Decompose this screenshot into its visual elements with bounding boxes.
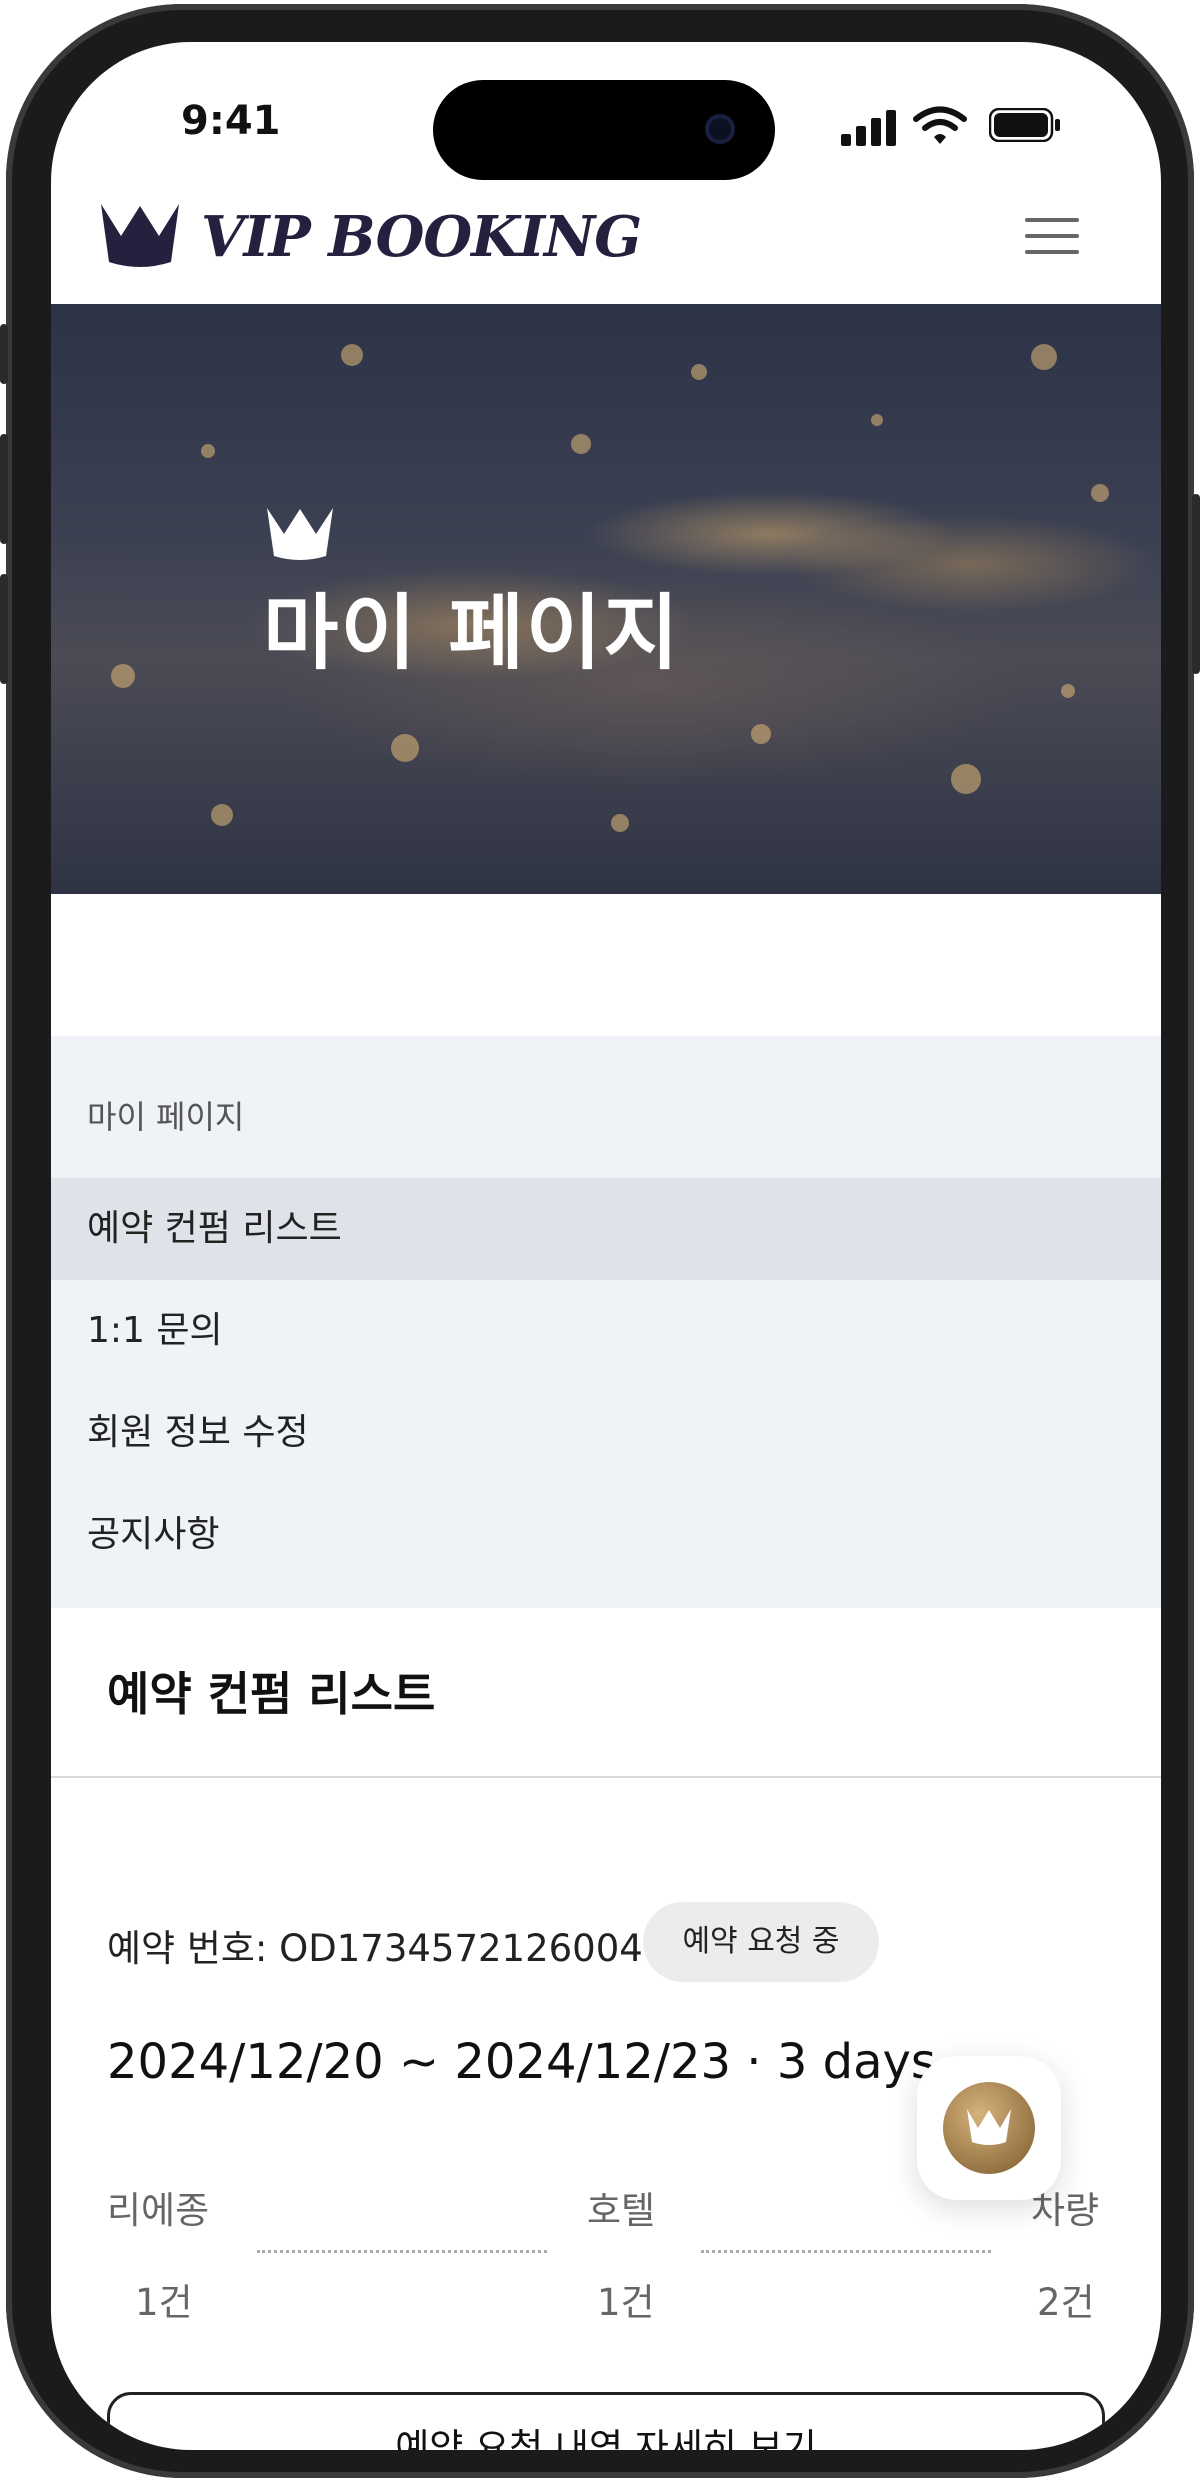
category-count-liaison: 1건: [135, 2281, 193, 2324]
menu-item-edit-profile[interactable]: 회원 정보 수정: [51, 1382, 1161, 1484]
status-badge: 예약 요청 중: [643, 1902, 879, 1982]
menu-item-reservation-confirm-list[interactable]: 예약 컨펌 리스트: [51, 1178, 1161, 1280]
app-header: VIP BOOKING: [51, 190, 1161, 300]
view-reservation-details-button[interactable]: 예약 요청 내역 자세히 보기: [107, 2392, 1105, 2450]
crown-icon: [267, 508, 333, 560]
volume-down-button: [0, 574, 8, 684]
divider: [701, 2250, 991, 2253]
reservation-number: 예약 번호: OD1734572126004: [107, 1927, 643, 1970]
reservation-dates: 2024/12/20 ~ 2024/12/23 · 3 days: [107, 2034, 936, 2090]
divider: [51, 1776, 1161, 1778]
crown-icon[interactable]: [99, 200, 181, 268]
brand-logo-text[interactable]: VIP BOOKING: [201, 204, 642, 270]
floating-crown-button[interactable]: [917, 2056, 1061, 2200]
power-button: [1192, 494, 1200, 674]
camera-icon: [705, 114, 735, 144]
action-button: [0, 324, 8, 384]
screen: 9:41 VIP BOOKING 마이 페이지 마이 페이지 예약 컨펌 리스트…: [51, 42, 1161, 2450]
phone-frame: 9:41 VIP BOOKING 마이 페이지 마이 페이지 예약 컨펌 리스트…: [0, 4, 1200, 2478]
category-label-hotel: 호텔: [587, 2189, 656, 2232]
wifi-icon: [913, 106, 967, 144]
volume-up-button: [0, 434, 8, 544]
hamburger-menu-icon[interactable]: [1025, 218, 1079, 258]
crown-icon: [943, 2082, 1035, 2174]
mypage-menu: 마이 페이지 예약 컨펌 리스트 1:1 문의 회원 정보 수정 공지사항: [51, 1036, 1161, 1608]
battery-icon: [989, 108, 1060, 142]
menu-title: 마이 페이지: [87, 1098, 245, 1136]
menu-item-notices[interactable]: 공지사항: [51, 1484, 1161, 1586]
status-time: 9:41: [181, 98, 281, 144]
status-bar: 9:41: [51, 42, 1161, 182]
cellular-signal-icon: [841, 110, 896, 146]
category-count-hotel: 1건: [597, 2281, 655, 2324]
category-count-vehicle: 2건: [1037, 2281, 1095, 2324]
page-title: 마이 페이지: [263, 586, 681, 681]
dynamic-island: [433, 80, 775, 180]
menu-item-inquiry[interactable]: 1:1 문의: [51, 1280, 1161, 1382]
category-label-liaison: 리에종: [107, 2189, 210, 2232]
hero-banner: 마이 페이지: [51, 304, 1161, 894]
divider: [257, 2250, 547, 2253]
section-title: 예약 컨펌 리스트: [107, 1667, 436, 1721]
